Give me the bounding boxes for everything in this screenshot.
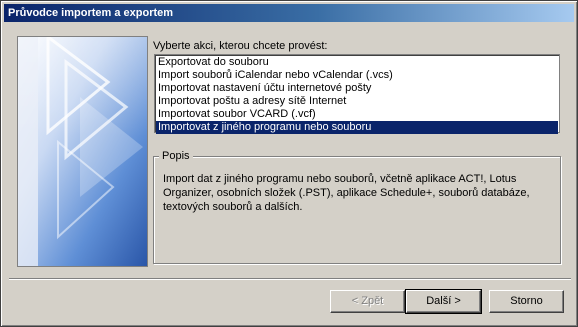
list-item-import-internet-mail[interactable]: Importovat poštu a adresy sítě Internet [156, 95, 558, 108]
list-item-export-to-file[interactable]: Exportovat do souboru [156, 56, 558, 69]
footer-separator [9, 278, 571, 280]
list-item-import-account-settings[interactable]: Importovat nastavení účtu internetové po… [156, 82, 558, 95]
title-bar[interactable]: Průvodce importem a exportem [4, 4, 574, 22]
back-button[interactable]: < Zpět [330, 290, 405, 313]
action-listbox[interactable]: Exportovat do souboru Import souborů iCa… [154, 54, 560, 134]
wizard-banner-image [17, 36, 148, 267]
list-item-import-vcard[interactable]: Importovat soubor VCARD (.vcf) [156, 108, 558, 121]
next-button[interactable]: Další > [405, 289, 482, 314]
list-item-import-icalendar[interactable]: Import souborů iCalendar nebo vCalendar … [156, 69, 558, 82]
list-item-import-other-program[interactable]: Importovat z jiného programu nebo soubor… [156, 121, 558, 134]
description-title: Popis [159, 150, 193, 162]
description-text: Import dat z jiného programu nebo soubor… [163, 173, 530, 213]
import-export-wizard-window: Průvodce importem a exportem Vyberte akc… [0, 0, 578, 327]
window-title: Průvodce importem a exportem [8, 7, 174, 19]
action-prompt: Vyberte akci, kterou chcete provést: [153, 40, 328, 52]
cancel-button[interactable]: Storno [489, 290, 564, 313]
